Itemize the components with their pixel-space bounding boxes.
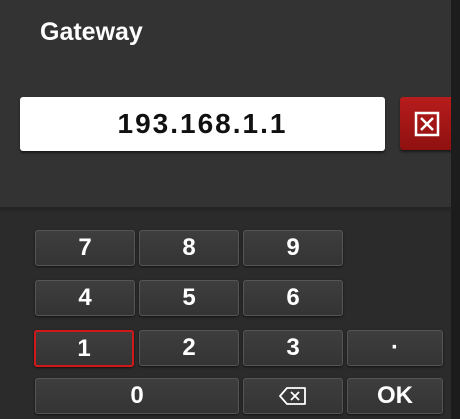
- key-9[interactable]: 9: [243, 230, 343, 266]
- key-4[interactable]: 4: [35, 280, 135, 316]
- key-7[interactable]: 7: [35, 230, 135, 266]
- key-5[interactable]: 5: [139, 280, 239, 316]
- key-8[interactable]: 8: [139, 230, 239, 266]
- gateway-input[interactable]: 193.168.1.1: [20, 97, 385, 151]
- key-1[interactable]: 1: [34, 330, 134, 367]
- key-dot[interactable]: ·: [347, 330, 443, 366]
- numeric-keypad: 7 8 9 4 5 6 1 2 3 · 0 OK: [0, 213, 451, 419]
- key-6[interactable]: 6: [243, 280, 343, 316]
- ok-button[interactable]: OK: [347, 378, 443, 414]
- key-0[interactable]: 0: [35, 378, 239, 414]
- dialog-title: Gateway: [40, 18, 143, 46]
- gateway-dialog: Gateway 193.168.1.1 7 8 9 4 5 6 1 2 3 · …: [0, 0, 460, 419]
- clear-button[interactable]: [400, 97, 454, 150]
- backspace-button[interactable]: [243, 378, 343, 414]
- screen-edge: [451, 0, 460, 419]
- key-2[interactable]: 2: [139, 330, 239, 366]
- key-3[interactable]: 3: [243, 330, 343, 366]
- clear-box-icon: [414, 111, 440, 136]
- backspace-icon: [279, 387, 306, 405]
